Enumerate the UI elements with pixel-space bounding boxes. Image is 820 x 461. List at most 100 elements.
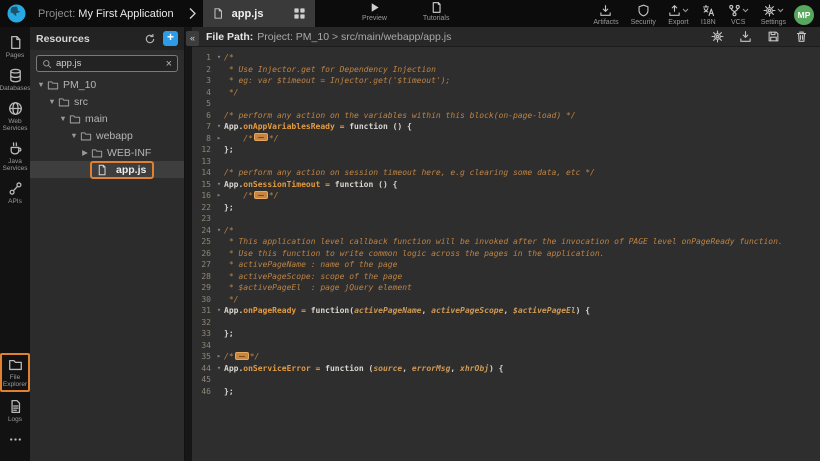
sidebar-item-more[interactable] <box>0 432 30 447</box>
code-line[interactable]: 30 */ <box>192 294 820 306</box>
sidebar-item-java-services[interactable]: Java Services <box>0 141 30 172</box>
chevron-down-icon[interactable]: ▼ <box>58 114 68 123</box>
fold-open-icon[interactable]: ▾ <box>214 121 224 133</box>
folded-code-badge[interactable] <box>254 191 268 199</box>
code-text: /* perform any action on session timeout… <box>224 167 595 179</box>
project-name[interactable]: My First Application <box>78 8 173 20</box>
chevron-down-icon[interactable]: ▼ <box>36 80 46 89</box>
tree-item-web-inf[interactable]: ▶WEB-INF <box>30 144 184 161</box>
search-input[interactable] <box>56 58 162 69</box>
line-number: 44 <box>192 363 214 375</box>
chevron-right-icon[interactable]: ▶ <box>80 148 90 157</box>
code-line[interactable]: 12}; <box>192 144 820 156</box>
code-line[interactable]: 22}; <box>192 202 820 214</box>
code-area[interactable]: 1▾/*2 * Use Injector.get for Dependency … <box>192 47 820 461</box>
code-line[interactable]: 23 <box>192 213 820 225</box>
topbar-tool-settings[interactable]: Settings <box>761 3 786 26</box>
sidebar-item-label: Java Services <box>0 158 30 172</box>
panel-splitter[interactable] <box>185 27 192 461</box>
code-line[interactable]: 35▸/**/ <box>192 351 820 363</box>
avatar[interactable]: MP <box>794 5 814 25</box>
sidebar-item-logs[interactable]: Logs <box>0 399 30 423</box>
topbar-tool-artifacts[interactable]: Artifacts <box>593 3 618 26</box>
sidebar-item-apis[interactable]: APIs <box>0 181 30 205</box>
code-line[interactable]: 4 */ <box>192 87 820 99</box>
folder-icon <box>8 357 23 372</box>
caret-down-icon <box>682 8 689 13</box>
sidebar-item-web-services[interactable]: Web Services <box>0 101 30 132</box>
sidebar-item-databases[interactable]: Databases <box>0 68 30 92</box>
chevron-down-icon[interactable]: ▼ <box>47 97 57 106</box>
line-number: 35 <box>192 351 214 363</box>
grid-icon[interactable] <box>293 7 306 20</box>
sidebar-item-pages[interactable]: Pages <box>0 35 30 59</box>
code-line[interactable]: 16▸ /**/ <box>192 190 820 202</box>
topbar-action-preview[interactable]: Preview <box>362 1 387 22</box>
app-logo-icon[interactable] <box>0 0 32 27</box>
api-icon <box>8 181 23 196</box>
code-line[interactable]: 24▾/* <box>192 225 820 237</box>
collapse-panel-button[interactable]: « <box>186 31 199 46</box>
tree-item-webapp[interactable]: ▼webapp <box>30 127 184 144</box>
save-icon[interactable] <box>767 30 780 43</box>
refresh-icon[interactable] <box>144 33 156 45</box>
download-icon[interactable] <box>739 30 752 43</box>
topbar-tool-vcs[interactable]: VCS <box>728 3 749 26</box>
code-line[interactable]: 27 * activePageName : name of the page <box>192 259 820 271</box>
tree-item-main[interactable]: ▼main <box>30 110 184 127</box>
add-resource-button[interactable]: + <box>163 31 178 46</box>
topbar-tool-security[interactable]: Security <box>631 3 656 26</box>
gear-icon[interactable] <box>711 30 724 43</box>
code-line[interactable]: 1▾/* <box>192 52 820 64</box>
tree-item-pm-10[interactable]: ▼PM_10 <box>30 76 184 93</box>
code-line[interactable]: 29 * $activePageEl : page jQuery element <box>192 282 820 294</box>
code-line[interactable]: 31▾App.onPageReady = function(activePage… <box>192 305 820 317</box>
folded-code-badge[interactable] <box>254 133 268 141</box>
tab-appjs[interactable]: app.js <box>203 0 315 27</box>
token: }; <box>224 387 234 396</box>
code-line[interactable]: 2 * Use Injector.get for Dependency Inje… <box>192 64 820 76</box>
tree-item-app-js[interactable]: app.js <box>30 161 184 178</box>
fold-closed-icon[interactable]: ▸ <box>214 133 224 145</box>
topbar-tool-export[interactable]: Export <box>668 3 689 26</box>
code-line[interactable]: 5 <box>192 98 820 110</box>
sidebar-item-file-explorer[interactable]: File Explorer <box>0 353 30 392</box>
line-number: 8 <box>192 133 214 145</box>
code-line[interactable]: 15▾App.onSessionTimeout = function () { <box>192 179 820 191</box>
fold-open-icon[interactable]: ▾ <box>214 225 224 237</box>
fold-open-icon[interactable]: ▾ <box>214 305 224 317</box>
code-line[interactable]: 14/* perform any action on session timeo… <box>192 167 820 179</box>
code-line[interactable]: 33}; <box>192 328 820 340</box>
topbar-tool-i18n[interactable]: I18N <box>701 3 716 26</box>
fold-open-icon[interactable]: ▾ <box>214 363 224 375</box>
play-icon <box>368 1 381 14</box>
project-label: Project: <box>38 8 75 20</box>
code-line[interactable]: 28 * activePageScope: scope of the page <box>192 271 820 283</box>
code-line[interactable]: 8▸ /**/ <box>192 133 820 145</box>
fold-closed-icon[interactable]: ▸ <box>214 190 224 202</box>
fold-open-icon[interactable]: ▾ <box>214 179 224 191</box>
code-line[interactable]: 3 * eg: var $timeout = Injector.get('$ti… <box>192 75 820 87</box>
chevron-down-icon[interactable]: ▼ <box>69 131 79 140</box>
fold-closed-icon[interactable]: ▸ <box>214 351 224 363</box>
code-line[interactable]: 45 <box>192 374 820 386</box>
code-text: * Use this function to write common logi… <box>224 248 605 260</box>
trash-icon[interactable] <box>795 30 808 43</box>
code-line[interactable]: 13 <box>192 156 820 168</box>
folded-code-badge[interactable] <box>235 352 249 360</box>
code-line[interactable]: 7▾App.onAppVariablesReady = function () … <box>192 121 820 133</box>
token: */ <box>269 191 279 200</box>
tree-item-src[interactable]: ▼src <box>30 93 184 110</box>
fold-open-icon[interactable]: ▾ <box>214 52 224 64</box>
code-line[interactable]: 44▾App.onServiceError = function (source… <box>192 363 820 375</box>
code-line[interactable]: 46}; <box>192 386 820 398</box>
sidebar-item-label: Databases <box>0 85 31 92</box>
topbar-action-tutorials[interactable]: Tutorials <box>423 1 450 22</box>
code-line[interactable]: 26 * Use this function to write common l… <box>192 248 820 260</box>
line-number: 34 <box>192 340 214 352</box>
code-line[interactable]: 34 <box>192 340 820 352</box>
code-line[interactable]: 25 * This application level callback fun… <box>192 236 820 248</box>
code-line[interactable]: 32 <box>192 317 820 329</box>
clear-search-icon[interactable]: × <box>166 59 172 69</box>
code-line[interactable]: 6/* perform any action on the variables … <box>192 110 820 122</box>
